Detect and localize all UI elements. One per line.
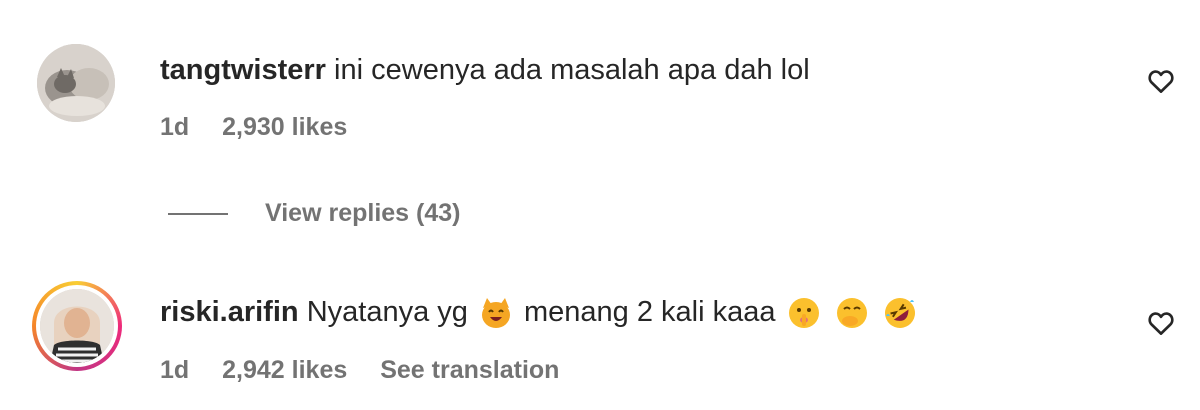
comment-text: menang 2 kali kaaa	[524, 296, 776, 328]
avatar[interactable]	[40, 289, 114, 363]
comment-meta: 1d 2,930 likes	[160, 112, 373, 142]
comment-text: ini cewenya ada masalah apa dah lol	[334, 54, 810, 86]
comment-text: Nyatanya yg	[306, 296, 468, 328]
comment-meta: 1d 2,942 likes See translation	[160, 355, 585, 385]
heart-outline-icon[interactable]	[1146, 308, 1176, 338]
rolling-on-floor-laughing-emoji	[884, 298, 915, 329]
timestamp[interactable]: 1d	[160, 356, 189, 384]
see-translation-button[interactable]: See translation	[380, 356, 559, 384]
shushing-face-emoji	[788, 298, 819, 329]
heart-outline-icon[interactable]	[1146, 66, 1176, 96]
likes-count[interactable]: 2,942 likes	[222, 356, 347, 384]
username-link[interactable]: riski.arifin	[160, 296, 299, 328]
replies-divider	[168, 213, 228, 215]
face-with-hand-over-mouth-emoji	[836, 298, 867, 329]
likes-count[interactable]: 2,930 likes	[222, 113, 347, 141]
avatar[interactable]	[37, 44, 115, 122]
comment-text-line: tangtwisterr ini cewenya ada masalah apa…	[160, 52, 810, 88]
cat-face-emoji	[481, 298, 510, 329]
cat-photo-avatar	[37, 44, 115, 122]
woman-photo-avatar	[40, 289, 114, 363]
comment-item: riski.arifin Nyatanya yg menang 2 kali k…	[0, 270, 1200, 410]
comment-item: tangtwisterr ini cewenya ada masalah apa…	[0, 0, 1200, 180]
timestamp[interactable]: 1d	[160, 113, 189, 141]
view-replies-button[interactable]: View replies (43)	[265, 196, 460, 230]
username-link[interactable]: tangtwisterr	[160, 54, 326, 86]
story-ring[interactable]	[32, 281, 122, 371]
comment-text-line: riski.arifin Nyatanya yg menang 2 kali k…	[160, 294, 920, 330]
